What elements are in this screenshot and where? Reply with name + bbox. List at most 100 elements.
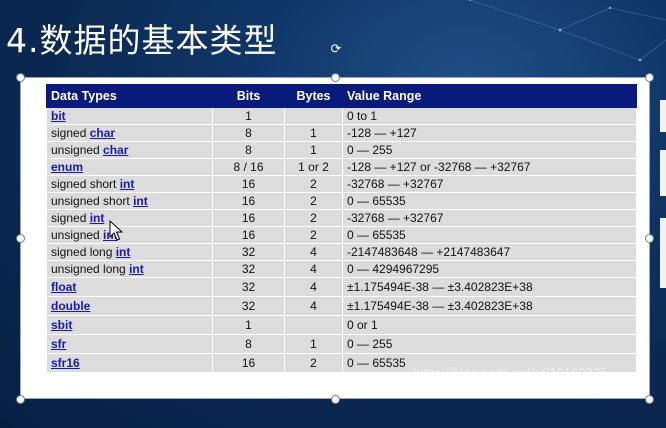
- cell-data-type: signed int: [46, 209, 213, 227]
- cell-value-range: 0 — 4294967295: [342, 260, 637, 278]
- cell-value-range: ±1.175494E-38 — ±3.402823E+38: [342, 277, 637, 297]
- cell-bits: 16: [212, 209, 285, 227]
- resize-handle-top-left[interactable]: [16, 73, 25, 82]
- header-data-types: Data Types: [46, 84, 213, 108]
- table-row: bit 1 0 to 1: [46, 107, 637, 125]
- type-prefix: unsigned short: [51, 194, 134, 208]
- side-edge-strip: [660, 150, 666, 196]
- resize-handle-top-right[interactable]: [645, 73, 654, 82]
- cell-bytes: [284, 107, 343, 125]
- data-types-table: Data Types Bits Bytes Value Range bit 1 0 …: [46, 84, 637, 373]
- table-row: signed short int 16 2 -32768 — +32767: [46, 175, 637, 193]
- cell-value-range: ±1.175494E-38 — ±3.402823E+38: [342, 296, 637, 316]
- table-row: signed long int 32 4 -2147483648 — +2147483…: [46, 243, 637, 261]
- cell-bytes: 2: [284, 226, 343, 244]
- cell-bytes: [284, 315, 343, 335]
- cell-bytes: 4: [284, 260, 343, 278]
- cell-value-range: 0 — 255: [342, 334, 637, 354]
- data-types-table-container: Data Types Bits Bytes Value Range bit 1 0 …: [46, 84, 637, 373]
- cell-bits: 16: [212, 192, 285, 210]
- type-keyword-link[interactable]: double: [51, 299, 90, 313]
- cell-bits: 1: [212, 315, 285, 335]
- cell-value-range: 0 — 65535: [342, 226, 637, 244]
- cell-value-range: 0 or 1: [342, 315, 637, 335]
- cell-value-range: -32768 — +32767: [342, 209, 637, 227]
- type-keyword-link[interactable]: int: [129, 262, 144, 276]
- cell-bytes: 2: [284, 353, 343, 373]
- type-keyword-link[interactable]: bit: [51, 109, 66, 123]
- cell-bits: 32: [212, 296, 285, 316]
- move-cursor-icon: [109, 220, 124, 241]
- cell-data-type: signed short int: [46, 175, 213, 193]
- cell-bits: 1: [212, 107, 285, 125]
- type-keyword-link[interactable]: int: [120, 177, 135, 191]
- resize-handle-top[interactable]: [331, 73, 340, 82]
- cell-data-type: sbit: [46, 315, 213, 335]
- table-row: signed char 8 1 -128 — +127: [46, 124, 637, 142]
- resize-handle-left[interactable]: [16, 234, 25, 243]
- watermark-text: https://blog.csdn.net/u010160335: [413, 366, 608, 380]
- type-keyword-link[interactable]: sbit: [51, 318, 72, 332]
- cell-bits: 32: [212, 260, 285, 278]
- cell-value-range: 0 — 255: [342, 141, 637, 159]
- table-row: float 32 4 ±1.175494E-38 — ±3.402823E+38: [46, 277, 637, 297]
- cell-bytes: 4: [284, 296, 343, 316]
- table-header-row: Data Types Bits Bytes Value Range: [46, 84, 637, 108]
- header-bits: Bits: [212, 84, 285, 108]
- table-row: signed int 16 2 -32768 — +32767: [46, 209, 637, 227]
- table-row: unsigned int1620 — 65535: [46, 226, 637, 244]
- type-prefix: signed long: [51, 245, 116, 259]
- resize-handle-bottom[interactable]: [331, 395, 340, 404]
- type-keyword-link[interactable]: int: [116, 245, 131, 259]
- cell-bits: 16: [212, 353, 285, 373]
- cell-data-type: enum: [46, 158, 213, 176]
- type-prefix: unsigned: [51, 143, 104, 157]
- header-bytes: Bytes: [284, 84, 343, 108]
- cell-data-type: bit: [46, 107, 213, 125]
- type-keyword-link[interactable]: enum: [51, 160, 83, 174]
- cell-bits: 16: [212, 175, 285, 193]
- type-keyword-link[interactable]: float: [51, 280, 76, 294]
- cell-bits: 32: [212, 277, 285, 297]
- type-keyword-link[interactable]: sfr: [51, 337, 66, 351]
- side-edge-strip: [660, 100, 666, 132]
- resize-handle-right[interactable]: [645, 234, 654, 243]
- rotate-handle-icon[interactable]: ⟳: [329, 43, 343, 57]
- header-value-range: Value Range: [342, 84, 637, 108]
- table-row: sbit 1 0 or 1: [46, 315, 637, 335]
- cell-data-type: double: [46, 296, 213, 316]
- type-prefix: signed: [51, 126, 90, 140]
- type-keyword-link[interactable]: int: [133, 194, 148, 208]
- table-row: enum 8 / 16 1 or 2 -128 — +127 or -32768 — …: [46, 158, 637, 176]
- type-keyword-link[interactable]: int: [90, 211, 105, 225]
- cell-value-range: -2147483648 — +2147483647: [342, 243, 637, 261]
- slide-title: 4.数据的基本类型: [6, 21, 278, 60]
- table-row: unsigned short int 16 2 0 — 65535: [46, 192, 637, 210]
- cell-bytes: 1 or 2: [284, 158, 343, 176]
- cell-bytes: 2: [284, 209, 343, 227]
- cell-data-type: unsigned short int: [46, 192, 213, 210]
- cell-bits: 8: [212, 334, 285, 354]
- cell-value-range: -32768 — +32767: [342, 175, 637, 193]
- cell-value-range: -128 — +127 or -32768 — +32767: [342, 158, 637, 176]
- cell-data-type: sfr16: [46, 353, 213, 373]
- table-row: unsigned char 8 1 0 — 255: [46, 141, 637, 159]
- cell-data-type: signed long int: [46, 243, 213, 261]
- cell-data-type: sfr: [46, 334, 213, 354]
- table-row: unsigned long int 32 4 0 — 4294967295: [46, 260, 637, 278]
- type-keyword-link[interactable]: char: [103, 143, 128, 157]
- resize-handle-bottom-right[interactable]: [645, 395, 654, 404]
- cell-bytes: 1: [284, 141, 343, 159]
- table-row: sfr 8 1 0 — 255: [46, 334, 637, 354]
- cell-bits: 32: [212, 243, 285, 261]
- table-row: double 32 4 ±1.175494E-38 — ±3.402823E+38: [46, 296, 637, 316]
- cell-bytes: 4: [284, 277, 343, 297]
- type-keyword-link[interactable]: sfr16: [51, 356, 80, 370]
- resize-handle-bottom-left[interactable]: [16, 395, 25, 404]
- type-keyword-link[interactable]: char: [90, 126, 115, 140]
- type-prefix: signed short: [51, 177, 120, 191]
- type-prefix: unsigned: [51, 228, 104, 242]
- cell-bytes: 2: [284, 175, 343, 193]
- cell-data-type: unsigned long int: [46, 260, 213, 278]
- cell-value-range: 0 — 65535: [342, 192, 637, 210]
